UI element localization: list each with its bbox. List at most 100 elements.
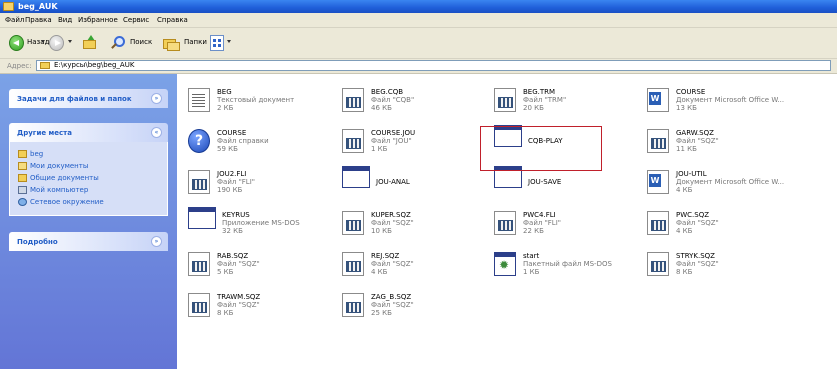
file-item[interactable]: BEG Текстовый документ 2 КБ <box>188 86 338 120</box>
file-item[interactable]: GARW.SQZ Файл "SQZ" 11 КБ <box>647 127 797 161</box>
batch-file-icon[interactable] <box>494 252 516 276</box>
file-item[interactable]: COURSE.JOU Файл "JOU" 1 КБ <box>342 127 492 161</box>
chevron-down-icon[interactable] <box>68 40 72 43</box>
menu-favorites[interactable]: Избранное <box>78 15 118 25</box>
menu-help[interactable]: Справка <box>157 15 188 25</box>
file-tasks-panel: Задачи для файлов и папок » <box>9 89 168 108</box>
chevron-down-icon[interactable] <box>41 40 45 43</box>
file-type: Файл "SQZ" <box>676 260 719 268</box>
menu-file[interactable]: Файл <box>5 15 24 25</box>
file-type: Пакетный файл MS-DOS <box>523 260 612 268</box>
address-path[interactable]: E:\курсы\beg\beg_AUK <box>54 61 134 70</box>
msdos-application-icon[interactable] <box>188 207 216 229</box>
file-name[interactable]: PWC.SQZ <box>676 211 719 219</box>
generic-file-icon[interactable] <box>188 252 210 276</box>
file-name[interactable]: GARW.SQZ <box>676 129 719 137</box>
file-item[interactable]: STRYK.SQZ Файл "SQZ" 8 КБ <box>647 250 797 284</box>
file-name[interactable]: JOU-SAVE <box>528 178 561 186</box>
file-name[interactable]: PWC4.FLI <box>523 211 561 219</box>
file-name[interactable]: KEYRUS <box>222 211 300 219</box>
collapse-chevron-icon[interactable]: « <box>151 127 162 138</box>
menu-tools[interactable]: Сервис <box>123 15 149 25</box>
file-name[interactable]: BEG.TRM <box>523 88 566 96</box>
generic-file-icon[interactable] <box>342 88 364 112</box>
details-header[interactable]: Подробно » <box>9 232 168 251</box>
file-name[interactable]: JOU2.FLI <box>217 170 255 178</box>
generic-file-icon[interactable] <box>494 211 516 235</box>
menu-edit[interactable]: Правка <box>25 15 52 25</box>
file-item[interactable]: ? COURSE Файл справки 59 КБ <box>188 127 338 161</box>
generic-file-icon[interactable] <box>188 170 210 194</box>
file-type: Текстовый документ <box>217 96 295 104</box>
back-arrow-icon[interactable] <box>9 35 24 51</box>
text-document-icon[interactable] <box>188 88 210 112</box>
file-item[interactable]: PWC4.FLI Файл "FLI" 22 КБ <box>494 209 644 243</box>
forward-arrow-icon[interactable] <box>49 35 64 51</box>
window-title: beg_AUK <box>18 2 58 11</box>
file-item[interactable]: BEG.CQB Файл "CQB" 46 КБ <box>342 86 492 120</box>
file-name[interactable]: ZAG_B.SQZ <box>371 293 414 301</box>
file-name[interactable]: COURSE <box>217 129 269 137</box>
menu-view[interactable]: Вид <box>58 15 72 25</box>
file-name[interactable]: TRAWM.SQZ <box>217 293 260 301</box>
file-item[interactable]: TRAWM.SQZ Файл "SQZ" 8 КБ <box>188 291 338 325</box>
file-item[interactable]: KEYRUS Приложение MS-DOS 32 КБ <box>188 207 338 243</box>
file-name[interactable]: COURSE.JOU <box>371 129 415 137</box>
file-item[interactable]: BEG.TRM Файл "TRM" 20 КБ <box>494 86 644 120</box>
selection-highlight <box>480 126 602 171</box>
file-size: 1 КБ <box>523 268 540 276</box>
file-name[interactable]: REJ.SQZ <box>371 252 414 260</box>
file-name[interactable]: BEG <box>217 88 294 96</box>
expand-chevron-icon[interactable]: » <box>151 93 162 104</box>
file-item[interactable]: KUPER.SQZ Файл "SQZ" 10 КБ <box>342 209 492 243</box>
other-places-header[interactable]: Другие места « <box>9 123 168 142</box>
generic-file-icon[interactable] <box>188 293 210 317</box>
other-places-list: beg Мои документы Общие документы Мой ко… <box>9 142 168 216</box>
views-icon[interactable] <box>210 35 224 51</box>
application-window-icon[interactable] <box>342 166 370 188</box>
file-item[interactable]: JOU2.FLI Файл "FLI" 190 КБ <box>188 168 338 202</box>
generic-file-icon[interactable] <box>647 252 669 276</box>
file-item[interactable]: COURSEДокумент Microsoft Office W...13 К… <box>647 86 797 120</box>
generic-file-icon[interactable] <box>342 293 364 317</box>
help-file-icon[interactable]: ? <box>188 129 210 153</box>
search-button-label[interactable]: Поиск <box>130 38 152 46</box>
file-name[interactable]: COURSE <box>676 88 784 96</box>
word-document-icon[interactable] <box>647 170 669 194</box>
folders-button-label[interactable]: Папки <box>184 38 207 46</box>
file-item[interactable]: RAB.SQZ Файл "SQZ" 5 КБ <box>188 250 338 284</box>
file-name[interactable]: BEG.CQB <box>371 88 414 96</box>
file-name[interactable]: STRYK.SQZ <box>676 252 719 260</box>
file-size: 8 КБ <box>217 309 234 317</box>
file-item[interactable]: ZAG_B.SQZ Файл "SQZ" 25 КБ <box>342 291 492 325</box>
file-item[interactable]: startПакетный файл MS-DOS1 КБ <box>494 250 644 284</box>
word-document-icon[interactable] <box>647 88 669 112</box>
generic-file-icon[interactable] <box>647 129 669 153</box>
file-name[interactable]: JOU-ANAL <box>376 178 410 186</box>
file-name[interactable]: KUPER.SQZ <box>371 211 414 219</box>
file-name[interactable]: start <box>523 252 612 260</box>
file-item[interactable]: JOU-ANAL <box>342 166 492 202</box>
file-item[interactable]: JOU-SAVE <box>494 166 644 202</box>
title-bar[interactable]: beg_AUK <box>0 0 837 13</box>
file-item[interactable]: PWC.SQZ Файл "SQZ" 4 КБ <box>647 209 797 243</box>
address-field[interactable]: E:\курсы\beg\beg_AUK <box>36 60 831 71</box>
generic-file-icon[interactable] <box>342 211 364 235</box>
folders-icon[interactable] <box>163 35 180 51</box>
file-tasks-header[interactable]: Задачи для файлов и папок » <box>9 89 168 108</box>
generic-file-icon[interactable] <box>494 88 516 112</box>
expand-chevron-icon[interactable]: » <box>151 236 162 247</box>
task-pane: Задачи для файлов и папок » Другие места… <box>0 74 177 369</box>
generic-file-icon[interactable] <box>342 129 364 153</box>
up-folder-icon[interactable] <box>82 35 98 51</box>
generic-file-icon[interactable] <box>342 252 364 276</box>
file-item[interactable]: JOU-UTILДокумент Microsoft Office W...4 … <box>647 168 797 202</box>
file-item[interactable]: REJ.SQZ Файл "SQZ" 4 КБ <box>342 250 492 284</box>
back-button-label[interactable]: Назад <box>27 38 49 46</box>
file-type: Файл "SQZ" <box>217 301 260 309</box>
file-name[interactable]: RAB.SQZ <box>217 252 260 260</box>
generic-file-icon[interactable] <box>647 211 669 235</box>
search-icon[interactable] <box>110 35 126 51</box>
chevron-down-icon[interactable] <box>227 40 231 43</box>
file-name[interactable]: JOU-UTIL <box>676 170 784 178</box>
